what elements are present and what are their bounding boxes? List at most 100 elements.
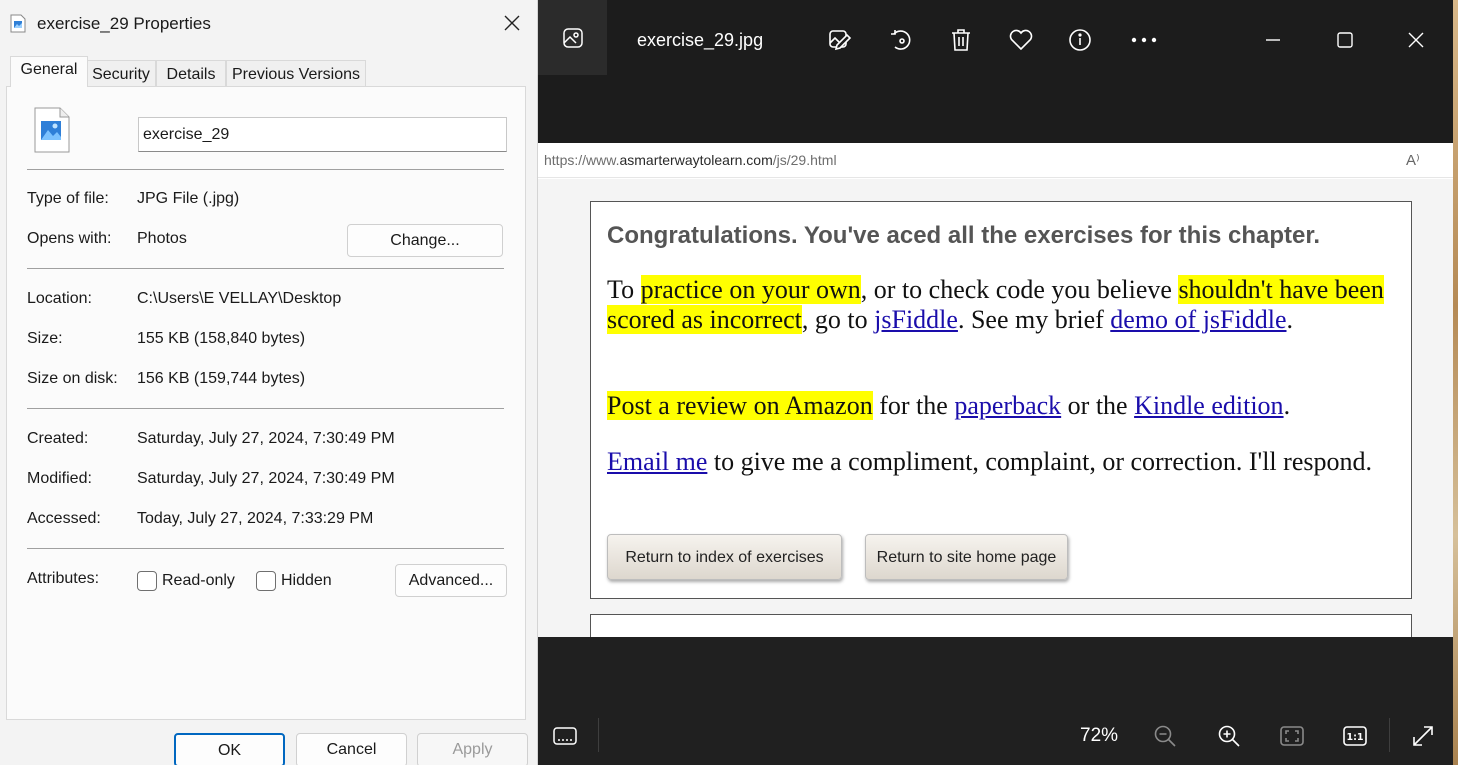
full-screen-icon xyxy=(1413,726,1433,746)
modified-value: Saturday, July 27, 2024, 7:30:49 PM xyxy=(137,470,395,487)
screenshot-url-bar: https://www.asmarterwaytolearn.com/js/29… xyxy=(538,143,1453,178)
tab-security[interactable]: Security xyxy=(86,60,156,87)
properties-dialog: exercise_29 Properties General Security … xyxy=(0,0,538,765)
screenshot-url: https://www.asmarterwaytolearn.com/js/29… xyxy=(544,152,837,168)
email-paragraph: Email me to give me a compliment, compla… xyxy=(607,447,1372,476)
info-icon xyxy=(1069,29,1091,51)
tab-previous-versions[interactable]: Previous Versions xyxy=(226,60,366,87)
rotate-button[interactable] xyxy=(881,21,921,59)
dialog-close-button[interactable] xyxy=(494,6,530,40)
kindle-link: Kindle edition xyxy=(1134,391,1284,420)
delete-button[interactable] xyxy=(941,21,981,59)
zoom-in-icon xyxy=(1218,725,1240,747)
minimize-button[interactable] xyxy=(1253,21,1293,59)
opens-with-label: Opens with: xyxy=(27,230,112,247)
divider xyxy=(27,548,504,549)
size-on-disk-value: 156 KB (159,744 bytes) xyxy=(137,370,306,387)
change-button[interactable]: Change... xyxy=(347,224,503,257)
close-icon xyxy=(504,15,520,31)
ok-button[interactable]: OK xyxy=(174,733,285,765)
edit-image-button[interactable] xyxy=(820,21,860,59)
type-of-file-label: Type of file: xyxy=(27,190,109,207)
zoom-out-button[interactable] xyxy=(1147,718,1183,754)
zoom-in-button[interactable] xyxy=(1211,718,1247,754)
attributes-label: Attributes: xyxy=(27,570,100,587)
divider xyxy=(1389,718,1390,752)
read-only-label: Read-only xyxy=(162,572,235,589)
gallery-icon xyxy=(562,27,583,48)
maximize-icon xyxy=(1337,32,1353,48)
dialog-title: exercise_29 Properties xyxy=(37,14,211,33)
viewer-close-button[interactable] xyxy=(1396,21,1436,59)
divider xyxy=(27,268,504,269)
edit-image-icon xyxy=(829,30,852,51)
viewer-title-bar: exercise_29.jpg xyxy=(538,0,1453,143)
demo-link: demo of jsFiddle xyxy=(1110,305,1287,334)
created-label: Created: xyxy=(27,430,89,447)
hidden-label: Hidden xyxy=(281,572,332,589)
tab-general[interactable]: General xyxy=(10,56,88,87)
read-only-checkbox[interactable] xyxy=(137,571,157,591)
fit-window-icon xyxy=(1280,726,1304,746)
return-index-button: Return to index of exercises xyxy=(607,534,842,580)
actual-size-icon: 1:1 xyxy=(1343,726,1367,746)
full-screen-button[interactable] xyxy=(1405,718,1441,754)
paperback-link: paperback xyxy=(954,391,1062,420)
advanced-button[interactable]: Advanced... xyxy=(395,564,507,597)
actual-size-button[interactable]: 1:1 xyxy=(1337,718,1373,754)
size-on-disk-label: Size on disk: xyxy=(27,370,118,387)
gallery-button[interactable] xyxy=(538,0,607,75)
favorite-button[interactable] xyxy=(1001,21,1041,59)
type-of-file-value: JPG File (.jpg) xyxy=(137,190,240,207)
divider xyxy=(598,718,599,752)
photos-viewer-window: exercise_29.jpg https://www.asmarterwayt… xyxy=(538,0,1453,765)
hidden-checkbox[interactable] xyxy=(256,571,276,591)
more-icon xyxy=(1131,37,1157,43)
congrats-card: Congratulations. You've aced all the exe… xyxy=(590,201,1412,599)
image-file-icon xyxy=(10,14,26,33)
screenshot-page: Congratulations. You've aced all the exe… xyxy=(538,179,1453,637)
favorite-icon xyxy=(1009,29,1033,51)
zoom-level: 72% xyxy=(1080,725,1119,746)
more-options-button[interactable] xyxy=(1124,21,1164,59)
viewer-file-title: exercise_29.jpg xyxy=(637,30,764,50)
size-value: 155 KB (158,840 bytes) xyxy=(137,330,306,347)
read-aloud-icon: A⁾ xyxy=(1406,152,1420,169)
tab-details[interactable]: Details xyxy=(156,60,226,87)
minimize-icon xyxy=(1266,39,1280,41)
accessed-label: Accessed: xyxy=(27,510,101,527)
next-card xyxy=(590,614,1412,637)
opens-with-value: Photos xyxy=(137,230,187,247)
size-label: Size: xyxy=(27,330,63,347)
review-paragraph: Post a review on Amazon for the paperbac… xyxy=(607,391,1291,420)
practice-paragraph: To practice on your own, or to check cod… xyxy=(607,275,1384,334)
file-name-field[interactable] xyxy=(138,117,507,152)
fit-to-window-button[interactable] xyxy=(1274,718,1310,754)
close-icon xyxy=(1408,32,1424,48)
divider xyxy=(27,169,504,170)
zoom-out-icon xyxy=(1154,725,1176,747)
modified-label: Modified: xyxy=(27,470,92,487)
location-value: C:\Users\E VELLAY\Desktop xyxy=(137,290,342,307)
accessed-value: Today, July 27, 2024, 7:33:29 PM xyxy=(137,510,374,527)
filmstrip-button[interactable] xyxy=(547,718,583,754)
congrats-heading: Congratulations. You've aced all the exe… xyxy=(607,222,1321,249)
created-value: Saturday, July 27, 2024, 7:30:49 PM xyxy=(137,430,395,447)
displayed-image: https://www.asmarterwaytolearn.com/js/29… xyxy=(538,143,1453,637)
cancel-button[interactable]: Cancel xyxy=(296,733,407,765)
svg-text:1:1: 1:1 xyxy=(1346,732,1363,743)
dialog-title-bar: exercise_29 Properties xyxy=(0,0,538,46)
rotate-icon xyxy=(891,30,911,50)
divider xyxy=(27,408,504,409)
location-label: Location: xyxy=(27,290,92,307)
apply-button[interactable]: Apply xyxy=(417,733,528,765)
email-link: Email me xyxy=(607,447,708,476)
delete-icon xyxy=(952,29,970,51)
info-button[interactable] xyxy=(1060,21,1100,59)
maximize-button[interactable] xyxy=(1325,21,1365,59)
image-file-icon xyxy=(34,107,70,153)
general-tab-panel: Type of file: JPG File (.jpg) Opens with… xyxy=(6,86,526,720)
viewer-bottom-bar: 72% 1:1 xyxy=(538,705,1453,765)
filmstrip-icon xyxy=(553,727,577,745)
jsfiddle-link: jsFiddle xyxy=(874,305,958,334)
